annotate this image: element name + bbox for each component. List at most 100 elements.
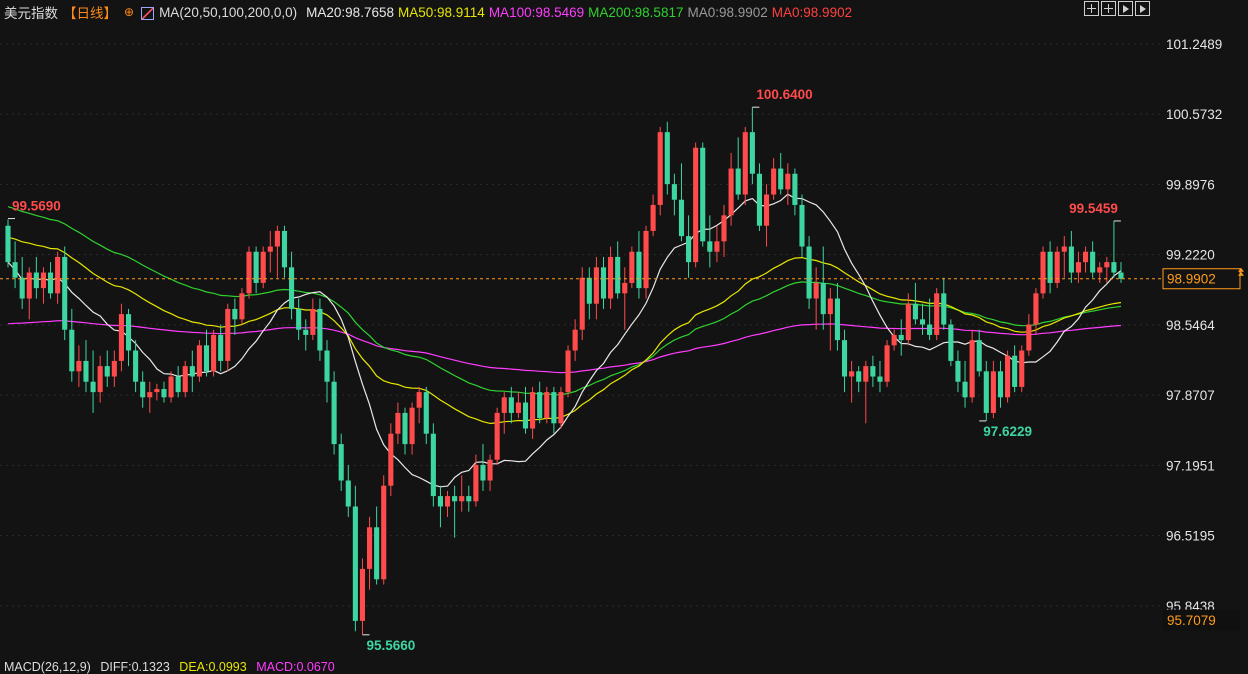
candle[interactable] [324, 340, 330, 403]
candle[interactable] [544, 386, 550, 424]
candle[interactable] [728, 152, 734, 226]
candle[interactable] [437, 485, 443, 528]
candle[interactable] [1040, 246, 1046, 299]
candle[interactable] [1005, 350, 1011, 403]
candle[interactable] [19, 256, 25, 309]
candle[interactable] [154, 383, 160, 401]
candle[interactable] [742, 126, 748, 205]
candle[interactable] [409, 402, 415, 455]
candle[interactable] [714, 225, 720, 263]
candle[interactable] [140, 371, 146, 408]
candle[interactable] [317, 298, 323, 361]
candle[interactable] [1033, 288, 1039, 335]
candle[interactable] [572, 319, 578, 361]
candle[interactable] [97, 355, 103, 403]
candle[interactable] [997, 360, 1004, 408]
candle[interactable] [69, 308, 75, 382]
candle[interactable] [983, 360, 989, 421]
candle[interactable] [763, 184, 770, 247]
candle[interactable] [246, 246, 252, 299]
candle[interactable] [118, 303, 124, 372]
candle[interactable] [395, 402, 401, 445]
candle[interactable] [374, 506, 380, 585]
candle[interactable] [863, 360, 869, 424]
candle[interactable] [749, 107, 755, 185]
candle[interactable] [281, 225, 288, 278]
candle[interactable] [196, 340, 202, 382]
candle[interactable] [827, 288, 833, 351]
candle[interactable] [919, 303, 926, 335]
candle[interactable] [806, 236, 812, 309]
candle[interactable] [537, 381, 543, 424]
candle[interactable] [1097, 262, 1103, 283]
candle[interactable] [884, 340, 890, 387]
candle[interactable] [771, 158, 777, 200]
candle[interactable] [735, 137, 741, 200]
candle[interactable] [12, 241, 18, 289]
candle[interactable] [664, 121, 670, 195]
candle[interactable] [104, 350, 110, 387]
macd-params-label[interactable]: MACD(26,12,9) [4, 660, 91, 674]
candle[interactable] [820, 246, 826, 330]
candle[interactable] [26, 267, 32, 320]
candle[interactable] [402, 407, 408, 455]
candle[interactable] [366, 516, 373, 590]
candle[interactable] [423, 386, 429, 445]
candle[interactable] [182, 360, 188, 398]
candle[interactable] [976, 329, 982, 377]
candle[interactable] [941, 277, 947, 330]
candle[interactable] [558, 386, 564, 429]
candle[interactable] [1047, 241, 1053, 294]
candle[interactable] [90, 350, 96, 413]
candle[interactable] [671, 173, 677, 216]
candle[interactable] [586, 267, 592, 320]
candle[interactable] [608, 246, 614, 309]
candle[interactable] [927, 298, 933, 341]
candle[interactable] [593, 256, 599, 320]
candle[interactable] [62, 246, 68, 341]
candle[interactable] [189, 350, 195, 393]
candle[interactable] [133, 340, 139, 393]
candle[interactable] [898, 319, 904, 356]
candle[interactable] [459, 475, 465, 512]
candle[interactable] [792, 168, 798, 216]
candle[interactable] [1111, 220, 1117, 278]
candle[interactable] [615, 241, 621, 299]
candle[interactable] [1090, 241, 1096, 278]
candle[interactable] [444, 490, 451, 517]
candle[interactable] [785, 163, 791, 205]
candle[interactable] [990, 360, 996, 419]
candle[interactable] [948, 319, 954, 367]
candle[interactable] [600, 256, 607, 309]
candle[interactable] [289, 251, 295, 320]
candlestick-chart[interactable]: 101.2489 100.5732 99.8976 99.2220 98.5464 97.… [0, 0, 1248, 671]
candle[interactable] [218, 324, 224, 372]
candle[interactable] [870, 355, 876, 387]
candle[interactable] [629, 246, 635, 289]
candle[interactable] [253, 246, 259, 294]
candle[interactable] [430, 423, 436, 507]
candle[interactable] [877, 360, 883, 393]
candle[interactable] [1068, 230, 1074, 283]
candle[interactable] [494, 407, 500, 465]
candle[interactable] [168, 371, 174, 403]
candle[interactable] [345, 464, 351, 517]
candle[interactable] [260, 246, 266, 289]
candle[interactable] [239, 288, 245, 325]
candle[interactable] [359, 558, 366, 635]
candle[interactable] [125, 308, 132, 367]
candle[interactable] [657, 126, 663, 216]
candle[interactable] [813, 267, 819, 330]
candle[interactable] [40, 267, 46, 304]
candle[interactable] [1083, 246, 1089, 273]
candle[interactable] [338, 433, 344, 491]
candle[interactable] [551, 386, 557, 434]
candle[interactable] [331, 371, 337, 455]
candle[interactable] [849, 360, 855, 403]
candle[interactable] [175, 366, 181, 398]
candle[interactable] [480, 444, 486, 491]
candle[interactable] [33, 256, 39, 299]
candle[interactable] [515, 392, 521, 419]
candle[interactable] [841, 329, 848, 393]
candle[interactable] [530, 386, 536, 439]
